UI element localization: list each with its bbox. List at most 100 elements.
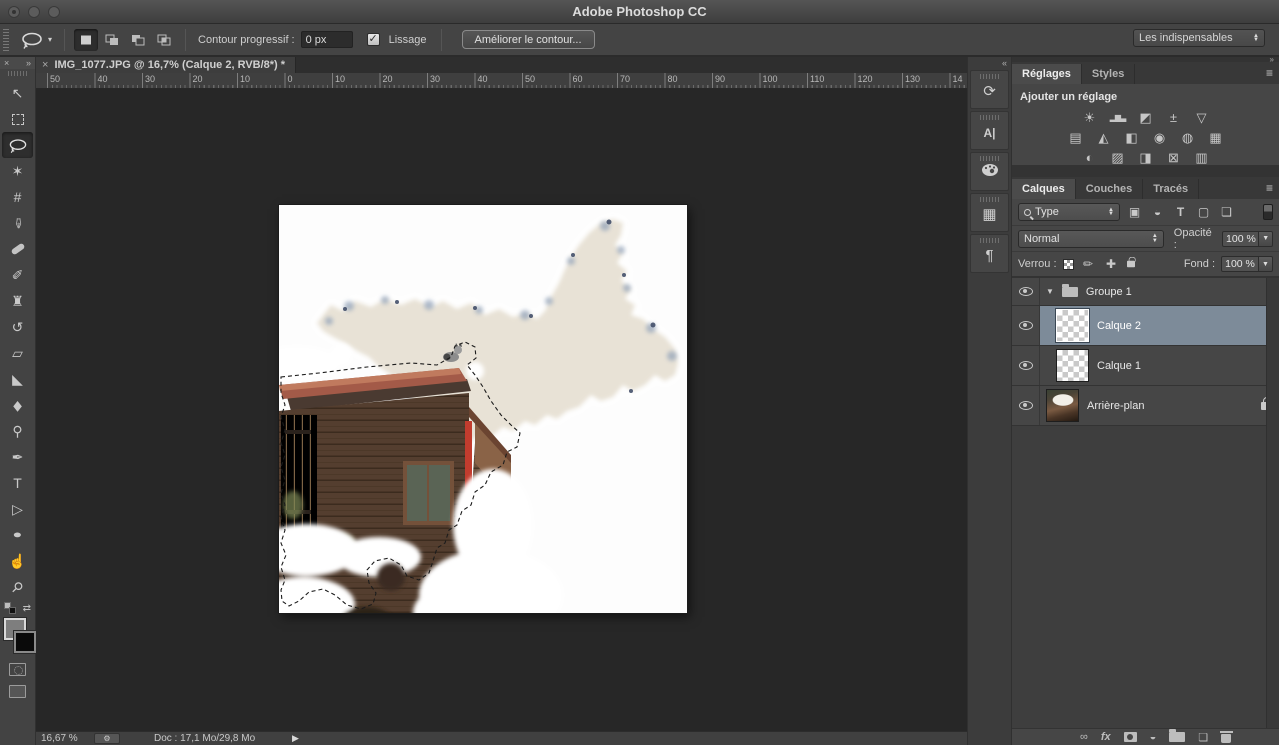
history-panel-button[interactable]: ⟳ xyxy=(970,70,1009,109)
levels-adjustment-icon[interactable]: ▂▆▃ xyxy=(1108,110,1127,125)
layer-thumbnail[interactable] xyxy=(1056,309,1089,342)
zoom-tool[interactable]: ⚲ xyxy=(0,574,35,600)
eye-icon[interactable] xyxy=(1019,287,1033,296)
curves-adjustment-icon[interactable]: ◩ xyxy=(1136,110,1155,125)
panel-menu-icon[interactable]: ≡ xyxy=(1266,181,1273,195)
pen-tool[interactable]: ✒ xyxy=(0,444,35,470)
path-selection-tool[interactable]: ▷ xyxy=(0,496,35,522)
filter-type-layers-icon[interactable]: T xyxy=(1172,205,1189,219)
tools-grip[interactable] xyxy=(8,71,28,76)
clone-stamp-tool[interactable]: ♜ xyxy=(0,288,35,314)
spot-healing-brush-tool[interactable] xyxy=(0,236,35,262)
new-selection-mode-button[interactable] xyxy=(74,29,98,51)
lasso-tool[interactable] xyxy=(2,132,33,158)
history-brush-tool[interactable]: ↺ xyxy=(0,314,35,340)
brightness-contrast-adjustment-icon[interactable]: ☀ xyxy=(1080,110,1099,125)
paragraph-panel-button[interactable]: ¶ xyxy=(970,234,1009,273)
close-document-icon[interactable]: × xyxy=(42,59,48,71)
visibility-cell[interactable] xyxy=(1012,346,1040,385)
crop-tool[interactable]: # xyxy=(0,184,35,210)
swatches-panel-button[interactable] xyxy=(970,152,1009,191)
layer-name[interactable]: Calque 2 xyxy=(1097,320,1141,332)
hue-saturation-adjustment-icon[interactable]: ▤ xyxy=(1066,130,1085,145)
status-menu-arrow-icon[interactable]: ▶ xyxy=(292,733,299,744)
selective-color-adjustment-icon[interactable]: ▥ xyxy=(1192,150,1211,165)
filter-type-select[interactable]: Type ▲▼ xyxy=(1018,203,1120,221)
black-white-adjustment-icon[interactable]: ◧ xyxy=(1122,130,1141,145)
refine-edge-button[interactable]: Améliorer le contour... xyxy=(462,30,595,49)
layer-thumbnail[interactable] xyxy=(1046,389,1079,422)
tab-reglages[interactable]: Réglages xyxy=(1012,64,1082,84)
status-options-icon[interactable]: ⚙ xyxy=(94,733,120,744)
visibility-cell[interactable] xyxy=(1012,386,1040,425)
ellipse-shape-tool[interactable]: ● xyxy=(0,522,35,548)
invert-adjustment-icon[interactable]: ◐ xyxy=(1080,150,1099,165)
subtract-from-selection-mode-button[interactable] xyxy=(126,29,150,51)
layer-row-calque1[interactable]: Calque 1 xyxy=(1012,346,1279,386)
move-tool[interactable]: ↖ xyxy=(0,80,35,106)
document-canvas[interactable] xyxy=(279,205,687,613)
screen-mode-button[interactable] xyxy=(9,685,26,698)
link-layers-icon[interactable]: ∞ xyxy=(1080,731,1088,743)
add-layer-mask-icon[interactable] xyxy=(1124,732,1137,742)
quick-mask-mode-button[interactable] xyxy=(9,663,26,676)
filter-shape-layers-icon[interactable]: ▢ xyxy=(1195,205,1212,219)
magic-wand-tool[interactable]: ✶ xyxy=(0,158,35,184)
lock-position-icon[interactable]: ✚ xyxy=(1103,257,1120,271)
delete-layer-icon[interactable] xyxy=(1221,734,1231,743)
new-group-icon[interactable] xyxy=(1169,732,1185,742)
dodge-tool[interactable]: ⚲ xyxy=(0,418,35,444)
document-tab[interactable]: × IMG_1077.JPG @ 16,7% (Calque 2, RVB/8*… xyxy=(36,57,296,73)
paint-bucket-tool[interactable]: ◣ xyxy=(0,366,35,392)
eyedropper-tool[interactable]: ✑ xyxy=(0,210,35,236)
brush-tool[interactable]: ✐ xyxy=(0,262,35,288)
fill-value-field[interactable]: 100 % xyxy=(1221,256,1259,272)
character-panel-button[interactable]: A| xyxy=(970,111,1009,150)
eye-icon[interactable] xyxy=(1019,361,1033,370)
new-adjustment-layer-icon[interactable]: ◒ xyxy=(1150,731,1157,743)
opacity-dropdown-icon[interactable]: ▼ xyxy=(1259,231,1273,247)
layer-row-calque2[interactable]: Calque 2 xyxy=(1012,306,1279,346)
close-panel-icon[interactable]: × xyxy=(4,58,9,68)
layers-scrollbar[interactable] xyxy=(1266,278,1279,728)
tab-styles[interactable]: Styles xyxy=(1082,64,1135,84)
background-color-swatch[interactable] xyxy=(14,631,36,653)
layer-name[interactable]: Calque 1 xyxy=(1097,360,1141,372)
exposure-adjustment-icon[interactable]: ± xyxy=(1164,110,1183,125)
photo-filter-adjustment-icon[interactable]: ◉ xyxy=(1150,130,1169,145)
options-bar-grip[interactable] xyxy=(3,29,9,51)
hand-tool[interactable]: ☝ xyxy=(0,548,35,574)
lock-all-icon[interactable] xyxy=(1127,261,1135,267)
layer-thumbnail[interactable] xyxy=(1056,349,1089,382)
color-balance-adjustment-icon[interactable]: ◭ xyxy=(1094,130,1113,145)
antialias-checkbox[interactable]: ✓ xyxy=(367,33,380,46)
add-to-selection-mode-button[interactable] xyxy=(100,29,124,51)
type-tool[interactable]: T xyxy=(0,470,35,496)
channel-mixer-adjustment-icon[interactable]: ◍ xyxy=(1178,130,1197,145)
eye-icon[interactable] xyxy=(1019,401,1033,410)
visibility-cell[interactable] xyxy=(1012,306,1040,345)
filter-smart-object-layers-icon[interactable]: ❏ xyxy=(1218,205,1235,219)
blend-mode-select[interactable]: Normal ▲▼ xyxy=(1018,230,1164,248)
vibrance-adjustment-icon[interactable]: ▽ xyxy=(1192,110,1211,125)
eye-icon[interactable] xyxy=(1019,321,1033,330)
visibility-cell[interactable] xyxy=(1012,278,1040,305)
tab-calques[interactable]: Calques xyxy=(1012,179,1076,199)
layer-name[interactable]: Arrière-plan xyxy=(1087,400,1144,412)
current-tool-button[interactable]: ▾ xyxy=(15,29,56,51)
gradient-map-adjustment-icon[interactable]: ⊠ xyxy=(1164,150,1183,165)
group-expand-arrow-icon[interactable]: ▼ xyxy=(1046,287,1054,296)
intersect-selection-mode-button[interactable] xyxy=(152,29,176,51)
panel-menu-icon[interactable]: ≡ xyxy=(1266,66,1273,80)
collapse-panel-icon[interactable]: » xyxy=(26,58,31,68)
rectangular-marquee-tool[interactable] xyxy=(0,106,35,132)
tab-couches[interactable]: Couches xyxy=(1076,179,1143,199)
layer-row-groupe1[interactable]: ▼ Groupe 1 xyxy=(1012,278,1279,306)
blur-tool[interactable]: ◆ xyxy=(0,392,35,418)
opacity-value-field[interactable]: 100 % xyxy=(1222,231,1259,247)
layer-style-icon[interactable]: fx xyxy=(1101,731,1111,743)
default-colors-icon[interactable] xyxy=(4,602,16,614)
workspace-switcher[interactable]: Les indispensables ▲▼ xyxy=(1133,29,1265,47)
color-lookup-adjustment-icon[interactable]: ▦ xyxy=(1206,130,1225,145)
zoom-level-field[interactable]: 16,67 % xyxy=(41,733,78,744)
